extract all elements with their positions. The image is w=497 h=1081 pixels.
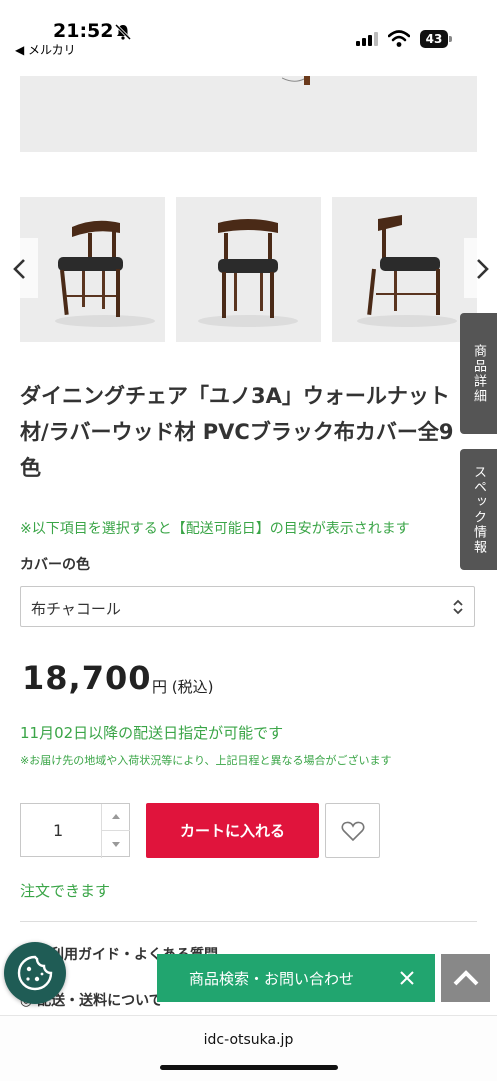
chair-image [198, 219, 298, 327]
cover-color-select[interactable]: 布チャコール [20, 586, 475, 627]
select-arrows-icon [453, 599, 463, 615]
battery-cap [449, 36, 452, 42]
delivery-sub-note: ※お届け先の地域や入荷状況等により、上記日程と異なる場合がございます [20, 754, 392, 767]
product-title: ダイニングチェア「ユノ3A」ウォールナット材/ラバーウッド材 PVCブラック布カ… [20, 384, 454, 480]
cellular-signal-icon [356, 32, 378, 46]
chevron-right-icon [477, 259, 489, 279]
caret-down-icon [112, 842, 120, 847]
favorite-button[interactable] [325, 803, 380, 858]
thumbnail-1[interactable] [20, 197, 165, 342]
price-unit: 円 (税込) [152, 678, 214, 696]
wifi-icon [388, 30, 410, 47]
search-bar-label: 商品検索・お問い合わせ [189, 969, 355, 988]
cookie-settings-button[interactable] [4, 942, 66, 1004]
chair-leg-fragment [282, 76, 310, 85]
select-note: ※以下項目を選択すると【配送可能日】の目安が表示されます [20, 521, 410, 537]
bell-muted-icon [114, 23, 132, 41]
browser-address-bar[interactable]: idc-otsuka.jp [0, 1015, 497, 1081]
scroll-to-top-button[interactable] [441, 954, 490, 1002]
address-url[interactable]: idc-otsuka.jp [0, 1032, 497, 1048]
tab-product-detail[interactable]: 商品詳細 [460, 313, 497, 434]
order-available-text: 注文できます [20, 882, 111, 900]
product-search-contact-bar[interactable]: 商品検索・お問い合わせ [157, 954, 435, 1002]
caret-up-icon [112, 814, 120, 819]
back-to-app-link[interactable]: ◀ メルカリ [15, 41, 76, 58]
status-time: 21:52 [53, 20, 114, 42]
thumbnail-prev-button[interactable] [2, 238, 38, 298]
section-divider [20, 921, 477, 922]
chair-image [357, 215, 457, 327]
quantity-decrease-button[interactable] [102, 831, 130, 857]
quantity-value: 1 [53, 821, 64, 840]
thumbnail-3[interactable] [332, 197, 477, 342]
delivery-note: 11月02日以降の配送日指定が可能です [20, 724, 284, 742]
tab-spec-info[interactable]: スペック情報 [460, 449, 497, 570]
chevron-up-icon [453, 970, 478, 986]
battery-level: 43 [420, 30, 448, 48]
quantity-stepper[interactable]: 1 [20, 803, 130, 858]
quantity-increase-button[interactable] [102, 804, 130, 830]
cover-color-label: カバーの色 [20, 557, 90, 573]
chair-image [55, 220, 155, 327]
cover-color-value: 布チャコール [31, 600, 121, 618]
main-product-image[interactable] [20, 76, 477, 152]
close-icon[interactable] [397, 968, 417, 988]
heart-icon [341, 821, 364, 841]
home-indicator [160, 1065, 338, 1070]
price-value: 18,700 [22, 659, 152, 697]
thumbnail-2[interactable] [176, 197, 321, 342]
chevron-left-icon [13, 259, 25, 279]
thumbnail-next-button[interactable] [464, 238, 497, 298]
cookie-icon [17, 955, 53, 991]
add-to-cart-button[interactable]: カートに入れる [146, 803, 319, 858]
